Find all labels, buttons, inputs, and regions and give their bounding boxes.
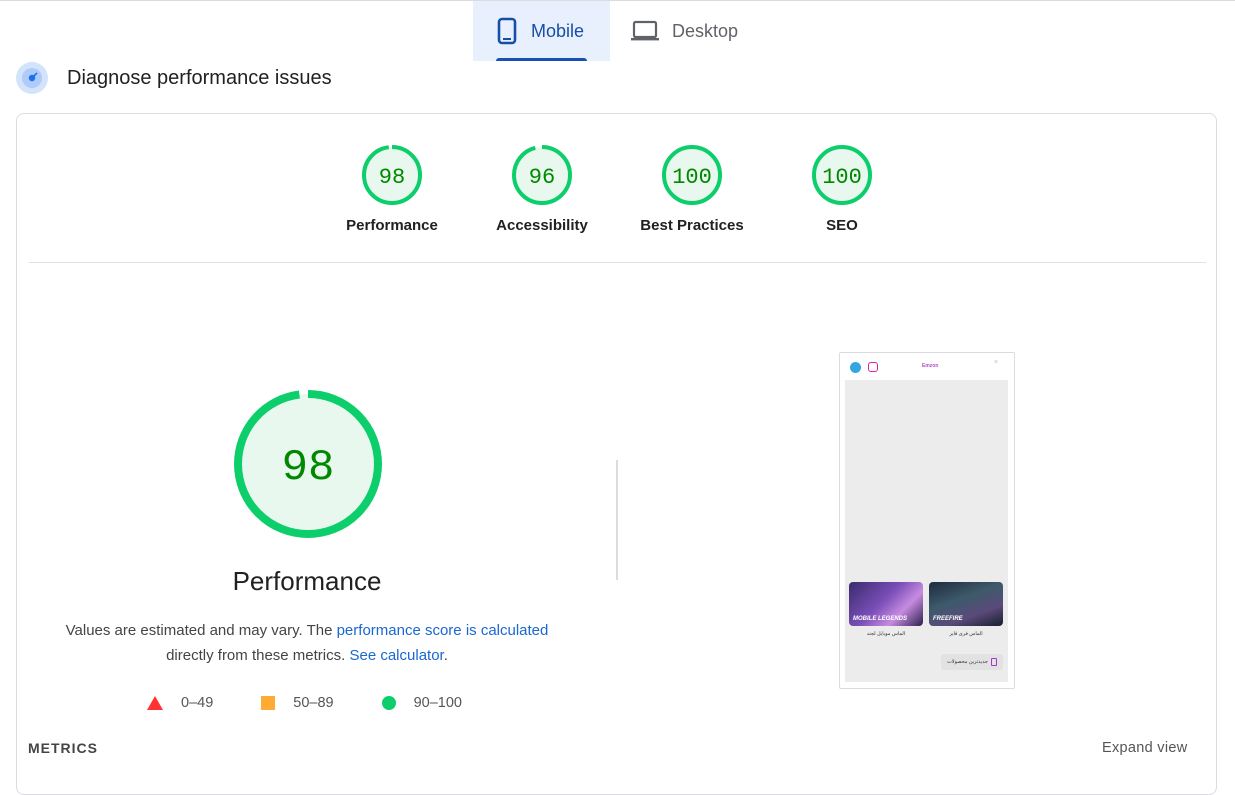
report-card: 98 Performance 96 Accessibility 100 Best… <box>16 113 1217 795</box>
category-gauges: 98 Performance 96 Accessibility 100 Best… <box>17 114 1216 262</box>
score-ring: 96 <box>512 145 572 205</box>
see-calculator-link[interactable]: See calculator <box>349 647 443 664</box>
latest-products-button: جدیدترین محصولات <box>941 654 1003 670</box>
tab-desktop-label: Desktop <box>672 20 739 41</box>
screenshot-image: Emzon × MOBILE LEGENDS FREEFIRE الماس مو… <box>845 356 1008 682</box>
device-tabs: Mobile Desktop <box>473 1 760 61</box>
performance-title: Performance <box>232 566 382 596</box>
tab-mobile-label: Mobile <box>531 20 585 41</box>
product-image-text: FREEFIRE <box>933 616 963 622</box>
expand-view-toggle[interactable]: Expand view <box>1102 740 1188 756</box>
metrics-heading: METRICS <box>28 740 98 756</box>
description-text: . <box>443 647 448 664</box>
tab-selected-indicator <box>496 58 587 61</box>
square-icon <box>261 696 276 710</box>
laptop-icon <box>630 20 660 42</box>
gauge-label: Best Practices <box>640 217 744 234</box>
close-icon: × <box>994 359 999 366</box>
score-ring: 100 <box>812 145 872 205</box>
preview-header: Emzon × <box>845 356 1008 380</box>
gauge-label: Performance <box>346 217 438 234</box>
lighthouse-icon <box>16 62 48 94</box>
gauge-score: 96 <box>529 165 555 190</box>
product-image-text: MOBILE LEGENDS <box>853 616 908 622</box>
phone-icon <box>990 658 997 666</box>
legend-range: 0–49 <box>181 695 214 711</box>
product-image-mobile-legends: MOBILE LEGENDS <box>849 582 923 626</box>
gauge-score: 100 <box>822 165 862 190</box>
legend-average: 50–89 <box>261 695 334 711</box>
score-ring: 100 <box>662 145 722 205</box>
description-text: directly from these metrics. <box>166 647 350 664</box>
gauge-score: 100 <box>672 165 712 190</box>
performance-gauge-large: 98 <box>234 390 382 538</box>
gauge-score: 98 <box>379 165 405 190</box>
triangle-icon <box>147 696 163 710</box>
button-label: جدیدترین محصولات <box>947 659 988 665</box>
description-text: Values are estimated and may vary. The <box>65 622 337 639</box>
page-screenshot[interactable]: Emzon × MOBILE LEGENDS FREEFIRE الماس مو… <box>839 352 1015 689</box>
gauge-label: SEO <box>826 217 858 234</box>
tab-mobile[interactable]: Mobile <box>473 1 610 61</box>
score-description: Values are estimated and may vary. The p… <box>47 618 567 668</box>
divider <box>29 262 1206 263</box>
section-heading: Diagnose performance issues <box>16 62 332 94</box>
gauge-accessibility[interactable]: 96 Accessibility <box>477 143 607 234</box>
vertical-divider <box>616 460 618 580</box>
score-ring: 98 <box>362 145 422 205</box>
score-legend: 0–49 50–89 90–100 <box>147 692 462 714</box>
site-logo: Emzon <box>922 363 939 369</box>
section-title: Diagnose performance issues <box>67 66 332 89</box>
legend-range: 90–100 <box>413 695 462 711</box>
telegram-icon <box>850 362 861 373</box>
instagram-icon <box>868 362 878 372</box>
legend-range: 50–89 <box>293 695 334 711</box>
legend-fail: 0–49 <box>147 695 213 711</box>
gauge-best-practices[interactable]: 100 Best Practices <box>627 143 757 234</box>
smartphone-icon <box>497 17 517 45</box>
gauge-performance[interactable]: 98 Performance <box>327 143 457 234</box>
product-caption: الماس فری فایر <box>949 631 983 637</box>
score-calculated-link[interactable]: performance score is calculated <box>337 622 549 639</box>
legend-pass: 90–100 <box>381 695 462 711</box>
gauge-score: 98 <box>282 443 335 493</box>
circle-icon <box>381 696 396 710</box>
gauge-label: Accessibility <box>496 217 588 234</box>
gauge-seo[interactable]: 100 SEO <box>777 143 907 234</box>
tab-desktop[interactable]: Desktop <box>610 1 760 61</box>
product-image-free-fire: FREEFIRE <box>929 582 1003 626</box>
product-caption: الماس موبایل لجند <box>866 631 906 637</box>
